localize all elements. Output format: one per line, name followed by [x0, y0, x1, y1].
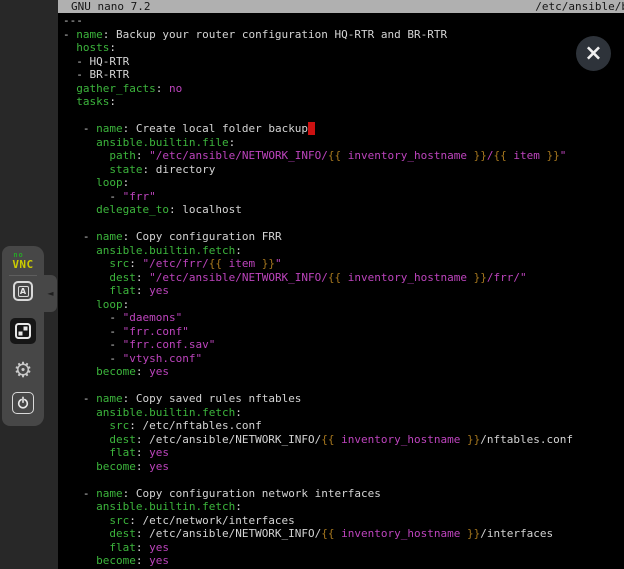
code-line: src: /etc/nftables.conf: [63, 419, 624, 433]
collapse-arrow-icon: ◄: [47, 290, 53, 298]
novnc-logo: no VNC: [2, 252, 44, 271]
code-line: state: directory: [63, 163, 624, 177]
nano-title: GNU nano 7.2: [71, 0, 150, 13]
code-line: ansible.builtin.fetch:: [63, 500, 624, 514]
code-line: flat: yes: [63, 284, 624, 298]
code-line: src: "/etc/frr/{{ item }}": [63, 257, 624, 271]
code-line: - "frr.conf": [63, 325, 624, 339]
code-line: gather_facts: no: [63, 82, 624, 96]
novnc-logo-vnc: VNC: [12, 259, 33, 270]
code-line: become: yes: [63, 554, 624, 568]
code-line: dest: /etc/ansible/NETWORK_INFO/{{ inven…: [63, 433, 624, 447]
fullscreen-button[interactable]: [10, 318, 36, 344]
code-line: [63, 109, 624, 123]
code-line: - name: Create local folder backup: [63, 122, 624, 136]
code-line: path: "/etc/ansible/NETWORK_INFO/{{ inve…: [63, 149, 624, 163]
terminal-window: GNU nano 7.2 /etc/ansible/b ---- name: B…: [58, 0, 624, 569]
code-line: dest: /etc/ansible/NETWORK_INFO/{{ inven…: [63, 527, 624, 541]
cursor: [308, 122, 315, 135]
code-line: tasks:: [63, 95, 624, 109]
code-line: - name: Copy configuration network inter…: [63, 487, 624, 501]
code-line: dest: "/etc/ansible/NETWORK_INFO/{{ inve…: [63, 271, 624, 285]
code-line: - "frr.conf.sav": [63, 338, 624, 352]
code-line: ansible.builtin.file:: [63, 136, 624, 150]
close-icon: ×: [584, 43, 602, 65]
code-line: - "vtysh.conf": [63, 352, 624, 366]
code-line: - BR-RTR: [63, 68, 624, 82]
code-line: - name: Backup your router configuration…: [63, 28, 624, 42]
code-line: hosts:: [63, 41, 624, 55]
code-line: - HQ-RTR: [63, 55, 624, 69]
code-line: delegate_to: localhost: [63, 203, 624, 217]
control-bar-divider: [9, 275, 37, 276]
settings-button[interactable]: ⚙: [11, 358, 35, 382]
code-line: src: /etc/network/interfaces: [63, 514, 624, 528]
code-line: ansible.builtin.fetch:: [63, 406, 624, 420]
page-background: no VNC A ⚙: [0, 0, 58, 569]
code-line: flat: yes: [63, 446, 624, 460]
code-line: ansible.builtin.fetch:: [63, 244, 624, 258]
keyboard-a-icon: A: [18, 286, 29, 297]
power-icon: [16, 396, 30, 410]
code-line: become: yes: [63, 365, 624, 379]
code-line: - "daemons": [63, 311, 624, 325]
code-line: - "frr": [63, 190, 624, 204]
nano-file-path: /etc/ansible/b: [535, 0, 624, 13]
novnc-control-bar: no VNC A ⚙: [2, 246, 44, 426]
code-line: - name: Copy configuration FRR: [63, 230, 624, 244]
code-line: [63, 379, 624, 393]
code-line: loop:: [63, 176, 624, 190]
fullscreen-icon: [14, 322, 32, 340]
editor-content[interactable]: ---- name: Backup your router configurat…: [58, 13, 624, 568]
extra-keys-button[interactable]: A: [13, 281, 33, 301]
code-line: become: yes: [63, 460, 624, 474]
gear-icon: ⚙: [14, 360, 33, 381]
close-button[interactable]: ×: [576, 36, 611, 71]
code-line: - name: Copy saved rules nftables: [63, 392, 624, 406]
power-button[interactable]: [12, 392, 34, 414]
code-line: flat: yes: [63, 541, 624, 555]
code-line: ---: [63, 14, 624, 28]
code-line: [63, 473, 624, 487]
code-line: [63, 217, 624, 231]
control-bar-handle[interactable]: ◄: [44, 275, 57, 312]
code-line: loop:: [63, 298, 624, 312]
nano-titlebar: GNU nano 7.2 /etc/ansible/b: [58, 0, 624, 13]
